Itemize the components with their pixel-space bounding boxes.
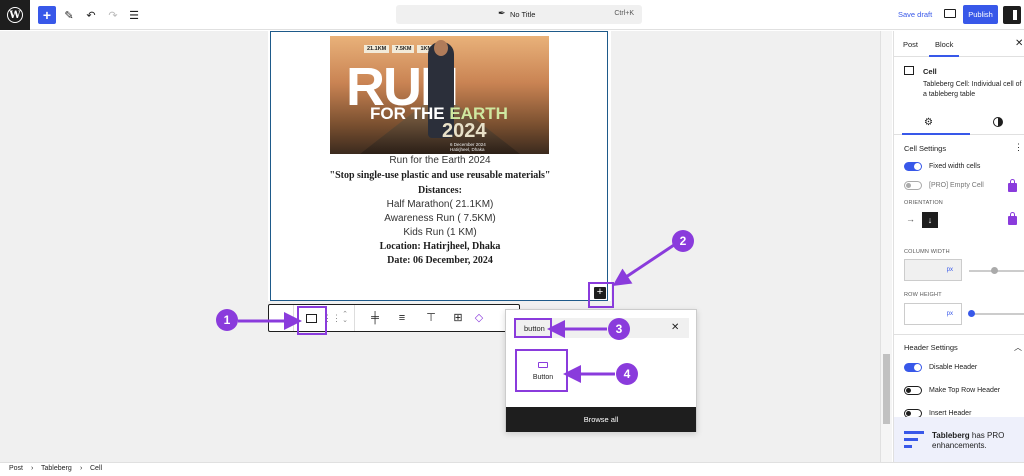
empty-cell-toggle[interactable] [904,181,922,190]
block-breadcrumb: Post › Tableberg › Cell [0,462,1024,476]
orientation-column-icon[interactable]: ↓ [922,212,938,228]
promo-line1: Tableberg has PRO [932,431,1004,441]
styles-contrast-icon[interactable] [993,117,1003,127]
cell-settings-heading: Cell Settings [904,144,947,153]
fixed-width-toggle[interactable] [904,162,922,171]
callout-arrows [238,243,675,383]
settings-sidebar: Post Block ✕ Cell Tableberg Cell: Indivi… [893,31,1024,462]
breadcrumb-separator: › [80,465,83,472]
section-divider [894,334,1024,335]
close-sidebar-icon[interactable]: ✕ [1015,38,1023,49]
breadcrumb-post[interactable]: Post [9,465,23,472]
logo-bar [904,438,918,441]
row-height-slider[interactable] [968,310,1024,317]
preview-device-icon[interactable] [944,9,956,18]
logo-bar [904,445,912,448]
inspector-tabs: ⚙ [894,111,1024,135]
shortcut-hint: Ctrl+K [614,10,634,17]
save-draft-button[interactable]: Save draft [898,10,932,19]
column-width-input[interactable]: px [904,259,962,281]
fixed-width-label: Fixed width cells [929,163,981,170]
editor-canvas: 21.1KM 7.5KM 1KM RUN FOR THE EARTH 2024 … [0,31,880,462]
settings-gear-icon[interactable]: ⚙ [902,117,970,135]
document-title: No Title [510,10,536,19]
options-kebab-icon[interactable]: ⋮ [1014,142,1023,153]
make-top-row-label: Make Top Row Header [929,387,1001,394]
promo-text: Tableberg has PRO enhancements. [932,431,1004,451]
callout-1: 1 [216,309,238,331]
settings-sidebar-icon[interactable] [1003,6,1021,24]
row-height-unit: px [946,311,953,317]
breadcrumb-tableberg[interactable]: Tableberg [41,465,72,472]
callout-4: 4 [616,363,638,385]
callout-2: 2 [672,230,694,252]
row-height-label: ROW HEIGHT [904,292,942,298]
pro-promo-banner[interactable]: Tableberg has PRO enhancements. [894,417,1024,462]
disable-header-toggle[interactable] [904,363,922,372]
promo-line2: enhancements. [932,441,987,450]
column-width-label: COLUMN WIDTH [904,249,950,255]
sidebar-tabs: Post Block ✕ [894,31,1024,57]
pencil-tools-icon[interactable]: ✎ [62,6,76,24]
canvas-scrollbar[interactable] [880,31,892,462]
row-height-input[interactable]: px [904,303,962,325]
breadcrumb-separator: › [31,465,34,472]
column-width-knob[interactable] [991,267,998,274]
publish-button[interactable]: Publish [963,5,998,24]
undo-icon[interactable]: ↶ [84,6,98,24]
pro-lock-icon [1008,212,1017,225]
cell-block-icon [904,66,914,75]
promo-brand: Tableberg [932,431,970,440]
arrow-2 [612,243,675,286]
block-title: Cell [923,67,937,76]
disable-header-label: Disable Header [929,364,978,371]
redo-icon[interactable]: ↷ [106,6,120,24]
add-block-button[interactable]: + [38,6,56,24]
insert-header-label: Insert Header [929,410,972,417]
scrollbar-thumb[interactable] [883,354,890,424]
collapse-chevron-icon[interactable]: ︿ [1014,342,1022,353]
empty-cell-label: [PRO] Empty Cell [929,182,984,189]
tab-block[interactable]: Block [928,40,960,57]
breadcrumb-cell[interactable]: Cell [90,465,102,472]
promo-rest: has PRO [969,431,1005,440]
column-width-unit: px [946,267,953,273]
make-top-row-toggle[interactable] [904,386,922,395]
header-settings-heading[interactable]: Header Settings [904,343,958,352]
column-width-slider[interactable] [969,267,1024,274]
document-icon: ✒ [498,8,506,18]
orientation-label: ORIENTATION [904,200,943,206]
pro-lock-icon [1008,179,1017,192]
orientation-row-icon[interactable]: → [906,214,915,224]
tab-post[interactable]: Post [903,40,918,49]
editor-header: W + ✎ ↶ ↷ ☰ ✒ No Title Ctrl+K Save draft… [0,0,1024,30]
callout-3: 3 [608,318,630,340]
logo-bar [904,431,924,434]
row-height-knob[interactable] [968,310,975,317]
wordpress-logo-button[interactable]: W [0,0,30,30]
command-palette-title[interactable]: ✒ No Title Ctrl+K [396,5,642,24]
block-description: Tableberg Cell: Individual cell of a tab… [923,81,1022,98]
document-overview-icon[interactable]: ☰ [127,6,141,24]
wordpress-icon: W [7,7,23,23]
tableberg-logo-icon [904,431,924,449]
